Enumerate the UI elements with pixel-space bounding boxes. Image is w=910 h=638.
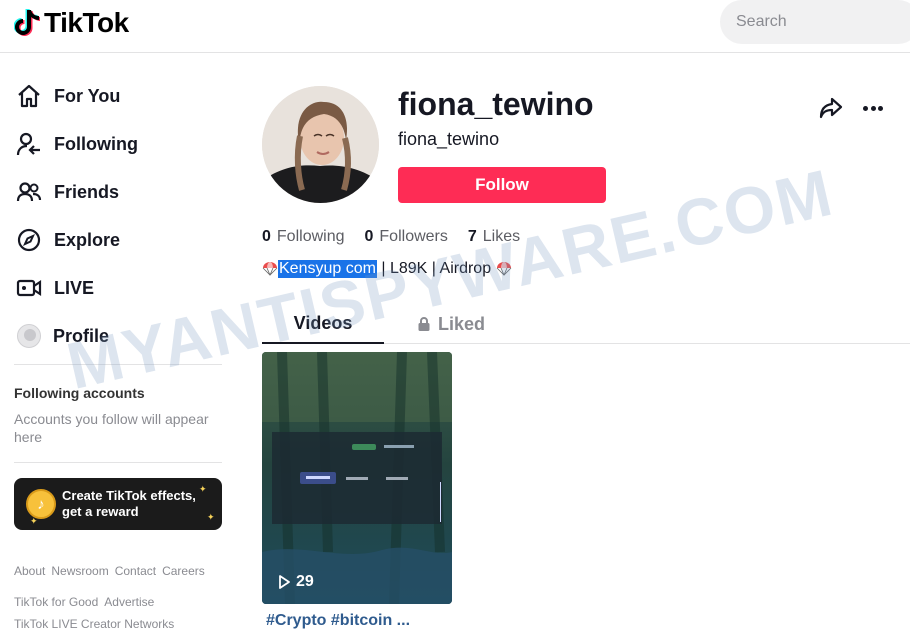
stat-likes: 7 Likes [468,228,520,246]
footer-link-careers[interactable]: Careers [162,564,205,578]
profile-nickname: fiona_tewino [398,129,500,149]
live-icon [16,279,42,297]
divider [14,364,222,365]
footer-link-live-creator-networks[interactable]: TikTok LIVE Creator Networks [14,617,174,631]
bio-highlighted-text: Kensyup com [278,260,377,278]
stat-followers[interactable]: 0 Followers [365,228,448,246]
stat-following[interactable]: 0 Following [262,228,345,246]
following-accounts-desc: Accounts you follow will appear here [14,411,209,445]
sparkle-icon: ✦ [30,516,38,526]
stat-label: Following [276,228,345,245]
bio-text: | L89K | Airdrop [376,260,496,277]
following-accounts-title: Following accounts [14,385,145,401]
sparkle-icon: ✦ [199,484,207,494]
nav-for-you[interactable]: For You [16,76,120,116]
play-icon [279,575,290,589]
footer-link-advertise[interactable]: Advertise [104,595,154,609]
video-caption[interactable]: #Crypto #bitcoin ... [266,612,410,630]
coin-icon: ♪ [26,489,56,519]
view-count: 29 [296,573,314,590]
profile-bio: Kensyup com | L89K | Airdrop [262,260,512,278]
tiktok-logo-icon [14,9,40,36]
nav-following[interactable]: Following [16,124,138,164]
sidebar: For You Following Friends Explore LIVE P… [0,54,240,638]
video-thumbnail[interactable] [262,352,452,604]
nav-explore[interactable]: Explore [16,220,120,260]
footer-links-row-1: About Newsroom Contact Careers [14,564,205,578]
search-bar[interactable] [720,0,910,44]
parachute-icon [496,262,511,277]
stat-num: 0 [262,228,271,245]
footer-link-newsroom[interactable]: Newsroom [51,564,108,578]
profile-stats: 0 Following 0 Followers 7 Likes [262,228,520,246]
lock-icon [418,317,430,331]
parachute-icon [262,262,278,277]
nav-live[interactable]: LIVE [16,268,94,308]
nav-label: For You [54,85,121,106]
nav-label: Friends [54,181,120,202]
effects-line-1: Create TikTok effects, [62,488,196,503]
stat-label: Followers [379,228,448,245]
footer-link-about[interactable]: About [14,564,45,578]
effects-text: Create TikTok effects, get a reward [62,488,196,520]
top-bar: TikTok [0,0,910,53]
stat-num: 7 [467,228,477,245]
video-views: 29 [276,573,314,591]
home-icon [18,84,40,108]
footer-links-row-2: TikTok for Good Advertise [14,595,154,609]
logo-text: TikTok [44,7,129,38]
stat-label: Likes [482,228,521,245]
divider [14,462,222,463]
following-icon [16,132,40,156]
footer-link-tiktok-for-good[interactable]: TikTok for Good [14,595,98,609]
nav-label: Following [54,133,138,154]
footer-links-row-3: TikTok LIVE Creator Networks [14,617,174,631]
share-icon[interactable] [818,95,844,121]
nav-friends[interactable]: Friends [16,172,119,212]
tab-label: Liked [438,313,486,334]
nav-label: Explore [54,229,121,250]
stat-num: 0 [364,228,374,245]
nav-label: LIVE [54,277,95,298]
profile-photo [262,86,379,203]
more-options-icon[interactable] [860,96,886,120]
profile-tabs: Videos Liked [262,304,910,344]
effects-line-2: get a reward [62,504,139,519]
tab-label: Videos [293,312,353,333]
create-effects-banner[interactable]: ♪ Create TikTok effects, get a reward ✦ … [14,478,222,530]
tab-videos[interactable]: Videos [262,304,384,344]
avatar [17,324,41,348]
search-input[interactable] [736,13,896,31]
video-preview-image [262,352,452,604]
nav-profile[interactable]: Profile [16,316,109,356]
compass-icon [17,228,41,252]
profile-username: fiona_tewino [398,86,594,122]
tab-liked[interactable]: Liked [416,304,485,344]
follow-button[interactable]: Follow [398,167,606,203]
nav-label: Profile [53,325,110,346]
sparkle-icon: ✦ [207,512,215,522]
friends-icon [16,182,42,202]
tiktok-logo[interactable]: TikTok [14,7,129,39]
profile-avatar[interactable] [262,86,379,203]
footer-link-contact[interactable]: Contact [115,564,156,578]
